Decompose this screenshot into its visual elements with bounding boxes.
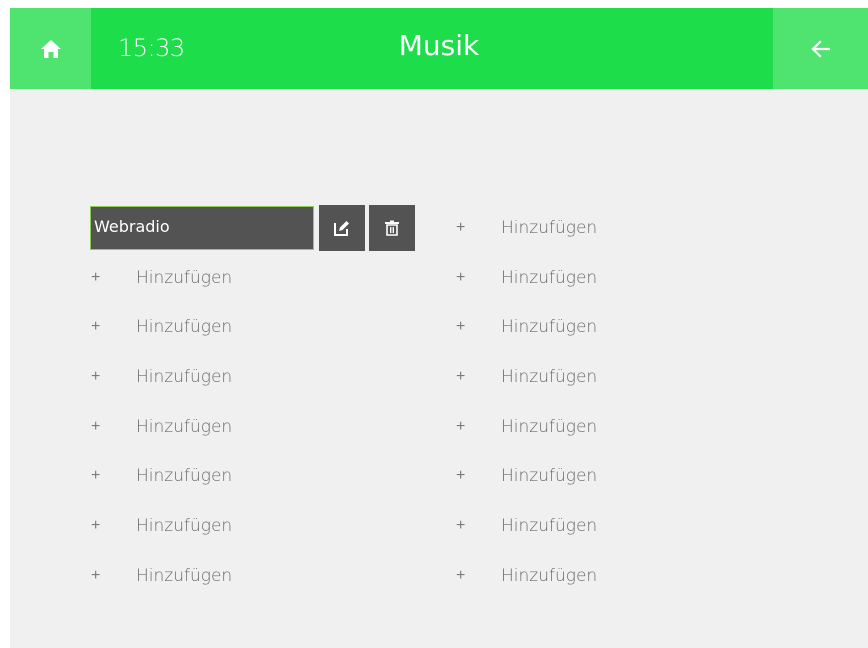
top-bar: 15:33 Musik — [10, 8, 868, 89]
plus-icon: + — [91, 467, 101, 485]
plus-icon: + — [456, 318, 466, 336]
plus-icon: + — [91, 417, 101, 435]
plus-icon: + — [91, 367, 101, 385]
add-favorite-button[interactable]: + Hinzufügen — [455, 501, 795, 551]
arrow-left-icon — [810, 39, 830, 58]
add-label: Hinzufügen — [501, 515, 598, 536]
add-favorite-button[interactable]: + Hinzufügen — [90, 352, 430, 402]
plus-icon: + — [456, 417, 466, 435]
add-favorite-button[interactable]: + Hinzufügen — [455, 203, 795, 253]
edit-button[interactable] — [319, 204, 365, 251]
add-favorite-button[interactable]: + Hinzufügen — [90, 253, 430, 303]
add-favorite-button[interactable]: + Hinzufügen — [455, 302, 795, 352]
plus-icon: + — [456, 516, 466, 534]
add-label: Hinzufügen — [136, 416, 233, 437]
add-label: Hinzufügen — [501, 466, 598, 487]
add-label: Hinzufügen — [136, 515, 233, 536]
add-favorite-button[interactable]: + Hinzufügen — [90, 551, 430, 601]
add-label: Hinzufügen — [501, 267, 598, 288]
add-label: Hinzufügen — [501, 366, 598, 387]
plus-icon: + — [456, 218, 466, 236]
plus-icon: + — [456, 268, 466, 286]
home-button[interactable] — [10, 8, 91, 89]
plus-icon: + — [456, 467, 466, 485]
add-label: Hinzufügen — [136, 366, 233, 387]
favorites-column-right: + Hinzufügen + Hinzufügen + Hinzufügen +… — [455, 203, 795, 601]
add-label: Hinzufügen — [136, 565, 233, 586]
add-favorite-button[interactable]: + Hinzufügen — [455, 253, 795, 303]
add-label: Hinzufügen — [501, 217, 598, 238]
add-favorite-button[interactable]: + Hinzufügen — [455, 352, 795, 402]
plus-icon: + — [91, 318, 101, 336]
add-label: Hinzufügen — [501, 565, 598, 586]
add-label: Hinzufügen — [136, 267, 233, 288]
delete-button[interactable] — [369, 204, 415, 251]
add-favorite-button[interactable]: + Hinzufügen — [90, 302, 430, 352]
add-favorite-button[interactable]: + Hinzufügen — [90, 402, 430, 452]
trash-icon — [385, 220, 399, 236]
plus-icon: + — [91, 268, 101, 286]
add-label: Hinzufügen — [136, 466, 233, 487]
add-label: Hinzufügen — [501, 317, 598, 338]
add-label: Hinzufügen — [136, 317, 233, 338]
back-button[interactable] — [773, 8, 868, 89]
favorite-entry: Webradio — [90, 203, 430, 253]
add-favorite-button[interactable]: + Hinzufügen — [90, 501, 430, 551]
favorites-column-left: Webradio + Hinzufügen + Hinzufügen + Hin… — [90, 203, 430, 601]
plus-icon: + — [456, 566, 466, 584]
app-frame: 15:33 Musik Webradio + Hinzufügen + Hinz… — [10, 8, 868, 648]
add-favorite-button[interactable]: + Hinzufügen — [455, 551, 795, 601]
plus-icon: + — [456, 367, 466, 385]
plus-icon: + — [91, 566, 101, 584]
add-label: Hinzufügen — [501, 416, 598, 437]
add-favorite-button[interactable]: + Hinzufügen — [455, 402, 795, 452]
clock: 15:33 — [118, 34, 185, 62]
add-favorite-button[interactable]: + Hinzufügen — [90, 451, 430, 501]
home-icon — [40, 39, 61, 58]
add-favorite-button[interactable]: + Hinzufügen — [455, 451, 795, 501]
plus-icon: + — [91, 516, 101, 534]
edit-icon — [334, 220, 349, 236]
entry-name-field[interactable]: Webradio — [90, 205, 314, 250]
